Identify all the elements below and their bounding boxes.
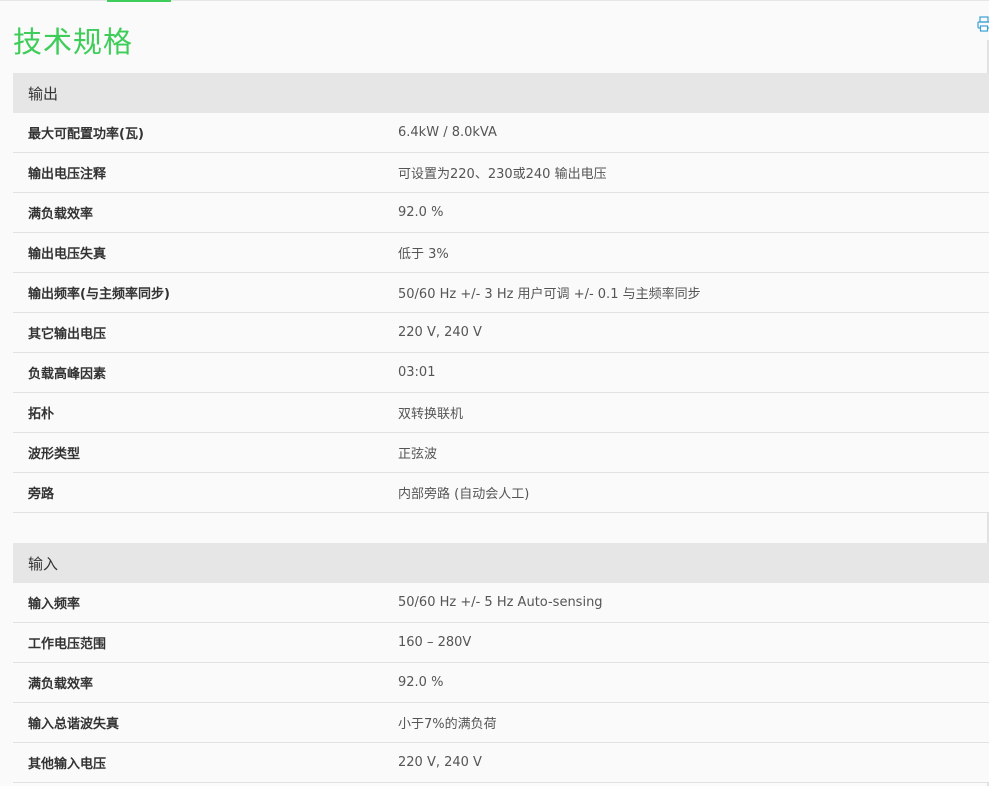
spec-value: 小于7%的满负荷 [398,717,497,732]
table-row: 输入总谐波失真 小于7%的满负荷 [13,703,989,743]
table-row: 满负载效率 92.0 % [13,193,989,233]
spec-label: 负载高峰因素 [28,367,107,382]
spec-label: 波形类型 [28,447,81,462]
spec-label: 最大可配置功率(瓦) [28,127,144,142]
spec-label: 输入总谐波失真 [28,717,120,732]
table-row: 其他输入电压 220 V, 240 V [13,743,989,783]
spec-value: 220 V, 240 V [398,755,482,770]
active-tab-indicator [107,0,171,2]
spec-label: 输出频率(与主频率同步) [28,287,170,302]
spec-label: 输入频率 [28,597,81,612]
spec-label: 其它输出电压 [28,327,107,342]
spec-label: 拓朴 [28,407,55,422]
spec-label: 旁路 [28,487,55,502]
spec-value: 160 – 280V [398,635,472,650]
spec-value: 92.0 % [398,205,444,220]
section-input: 输入 输入频率 50/60 Hz +/- 5 Hz Auto-sensing 工… [13,543,989,783]
spec-value: 6.4kW / 8.0kVA [398,125,497,140]
section-header-output: 输出 [13,73,989,113]
page-title: 技术规格 [13,25,134,60]
section-output: 输出 最大可配置功率(瓦) 6.4kW / 8.0kVA 输出电压注释 可设置为… [13,73,989,513]
spec-label: 满负载效率 [28,207,94,222]
table-row: 旁路 内部旁路 (自动会人工) [13,473,989,513]
table-row: 波形类型 正弦波 [13,433,989,473]
table-row: 最大可配置功率(瓦) 6.4kW / 8.0kVA [13,113,989,153]
table-row: 满负载效率 92.0 % [13,663,989,703]
table-row: 工作电压范围 160 – 280V [13,623,989,663]
table-row: 输入频率 50/60 Hz +/- 5 Hz Auto-sensing [13,583,989,623]
spec-value: 92.0 % [398,675,444,690]
table-row: 负载高峰因素 03:01 [13,353,989,393]
spec-value: 03:01 [398,365,436,380]
spec-value: 50/60 Hz +/- 5 Hz Auto-sensing [398,595,603,610]
spec-label: 其他输入电压 [28,757,107,772]
spec-value: 低于 3% [398,247,449,262]
spec-value: 220 V, 240 V [398,325,482,340]
table-row: 输出频率(与主频率同步) 50/60 Hz +/- 3 Hz 用户可调 +/- … [13,273,989,313]
table-row: 输出电压失真 低于 3% [13,233,989,273]
spec-label: 满负载效率 [28,677,94,692]
table-row: 其它输出电压 220 V, 240 V [13,313,989,353]
spec-value: 可设置为220、230或240 输出电压 [398,167,607,182]
spec-label: 工作电压范围 [28,637,107,652]
spec-value: 双转换联机 [398,407,464,422]
printer-icon[interactable] [977,16,989,32]
spec-value: 50/60 Hz +/- 3 Hz 用户可调 +/- 0.1 与主频率同步 [398,287,701,302]
section-header-input: 输入 [13,543,989,583]
spec-value: 正弦波 [398,447,438,462]
table-row: 输出电压注释 可设置为220、230或240 输出电压 [13,153,989,193]
spec-value: 内部旁路 (自动会人工) [398,487,530,502]
table-row: 拓朴 双转换联机 [13,393,989,433]
spec-label: 输出电压注释 [28,167,107,182]
spec-label: 输出电压失真 [28,247,107,262]
